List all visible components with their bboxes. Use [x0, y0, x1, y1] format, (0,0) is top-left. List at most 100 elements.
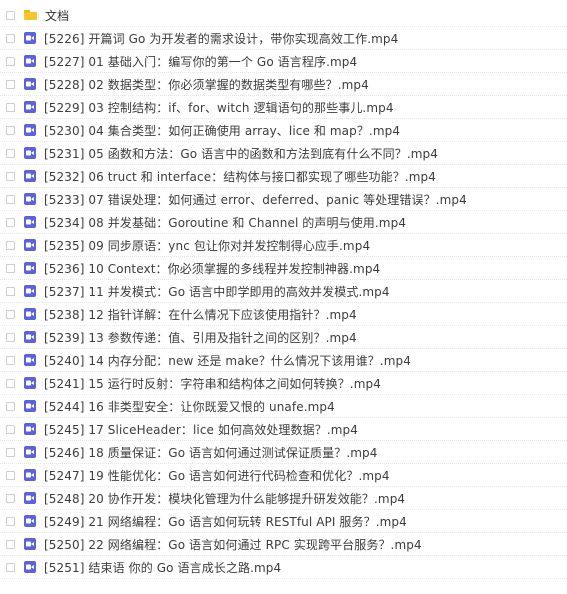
- video-file-icon: [24, 262, 36, 274]
- file-row[interactable]: [5234] 08 并发基础：Goroutine 和 Channel 的声明与使…: [0, 211, 567, 234]
- file-name[interactable]: [5231] 05 函数和方法：Go 语言中的函数和方法到底有什么不同？.mp4: [44, 145, 438, 162]
- video-file-icon: [24, 561, 36, 573]
- folder-checkbox[interactable]: [6, 10, 15, 20]
- file-checkbox[interactable]: [6, 424, 15, 434]
- file-checkbox[interactable]: [6, 240, 15, 250]
- file-checkbox[interactable]: [6, 102, 15, 112]
- file-checkbox[interactable]: [6, 194, 15, 204]
- file-name[interactable]: [5250] 22 网络编程：Go 语言如何通过 RPC 实现跨平台服务？.mp…: [44, 536, 422, 553]
- file-row[interactable]: [5229] 03 控制结构：if、for、witch 逻辑语句的那些事儿.mp…: [0, 96, 567, 119]
- video-file-icon: [24, 377, 36, 389]
- video-file-icon: [24, 469, 36, 481]
- file-name[interactable]: [5239] 13 参数传递：值、引用及指针之间的区别？.mp4: [44, 329, 357, 346]
- file-name[interactable]: [5228] 02 数据类型：你必须掌握的数据类型有哪些？.mp4: [44, 76, 369, 93]
- file-name[interactable]: [5251] 结束语 你的 Go 语言成长之路.mp4: [44, 559, 281, 576]
- file-name[interactable]: [5227] 01 基础入门：编写你的第一个 Go 语言程序.mp4: [44, 53, 357, 70]
- video-file-icon: [24, 331, 36, 343]
- file-row[interactable]: [5232] 06 truct 和 interface：结构体与接口都实现了哪些…: [0, 165, 567, 188]
- file-name[interactable]: [5232] 06 truct 和 interface：结构体与接口都实现了哪些…: [44, 168, 436, 185]
- file-checkbox[interactable]: [6, 148, 15, 158]
- file-row[interactable]: [5228] 02 数据类型：你必须掌握的数据类型有哪些？.mp4: [0, 73, 567, 96]
- file-checkbox[interactable]: [6, 263, 15, 273]
- file-name[interactable]: [5237] 11 并发模式：Go 语言中即学即用的高效并发模式.mp4: [44, 283, 390, 300]
- file-row[interactable]: [5250] 22 网络编程：Go 语言如何通过 RPC 实现跨平台服务？.mp…: [0, 533, 567, 556]
- video-file-icon: [24, 423, 36, 435]
- video-file-icon: [24, 32, 36, 44]
- video-file-icon: [24, 446, 36, 458]
- file-checkbox[interactable]: [6, 401, 15, 411]
- file-row[interactable]: [5226] 开篇词 Go 为开发者的需求设计，带你实现高效工作.mp4: [0, 27, 567, 50]
- file-checkbox[interactable]: [6, 125, 15, 135]
- video-file-icon: [24, 170, 36, 182]
- file-name[interactable]: [5240] 14 内存分配：new 还是 make？什么情况下该用谁？.mp4: [44, 352, 411, 369]
- file-checkbox[interactable]: [6, 378, 15, 388]
- file-name[interactable]: [5234] 08 并发基础：Goroutine 和 Channel 的声明与使…: [44, 214, 406, 231]
- video-file-icon: [24, 308, 36, 320]
- file-row[interactable]: [5251] 结束语 你的 Go 语言成长之路.mp4: [0, 556, 567, 579]
- file-name[interactable]: [5248] 20 协作开发：模块化管理为什么能够提升研发效能？.mp4: [44, 490, 405, 507]
- file-checkbox[interactable]: [6, 79, 15, 89]
- file-row[interactable]: [5247] 19 性能优化：Go 语言如何进行代码检查和优化？.mp4: [0, 464, 567, 487]
- video-file-icon: [24, 55, 36, 67]
- folder-name[interactable]: 文档: [45, 7, 69, 24]
- file-checkbox[interactable]: [6, 470, 15, 480]
- file-name[interactable]: [5241] 15 运行时反射：字符串和结构体之间如何转换？.mp4: [44, 375, 381, 392]
- file-name[interactable]: [5249] 21 网络编程：Go 语言如何玩转 RESTful API 服务？…: [44, 513, 407, 530]
- file-row[interactable]: [5235] 09 同步原语：ync 包让你对并发控制得心应手.mp4: [0, 234, 567, 257]
- file-name[interactable]: [5244] 16 非类型安全：让你既爱又恨的 unafe.mp4: [44, 398, 335, 415]
- file-row[interactable]: [5249] 21 网络编程：Go 语言如何玩转 RESTful API 服务？…: [0, 510, 567, 533]
- file-checkbox[interactable]: [6, 217, 15, 227]
- file-checkbox[interactable]: [6, 33, 15, 43]
- file-row[interactable]: [5246] 18 质量保证：Go 语言如何通过测试保证质量？.mp4: [0, 441, 567, 464]
- file-row[interactable]: [5227] 01 基础入门：编写你的第一个 Go 语言程序.mp4: [0, 50, 567, 73]
- file-row[interactable]: [5244] 16 非类型安全：让你既爱又恨的 unafe.mp4: [0, 395, 567, 418]
- video-file-icon: [24, 538, 36, 550]
- file-checkbox[interactable]: [6, 171, 15, 181]
- file-row[interactable]: [5236] 10 Context：你必须掌握的多线程并发控制神器.mp4: [0, 257, 567, 280]
- file-row[interactable]: [5230] 04 集合类型：如何正确使用 array、lice 和 map？.…: [0, 119, 567, 142]
- file-name[interactable]: [5235] 09 同步原语：ync 包让你对并发控制得心应手.mp4: [44, 237, 370, 254]
- video-file-icon: [24, 216, 36, 228]
- file-checkbox[interactable]: [6, 332, 15, 342]
- file-row[interactable]: [5240] 14 内存分配：new 还是 make？什么情况下该用谁？.mp4: [0, 349, 567, 372]
- file-checkbox[interactable]: [6, 355, 15, 365]
- video-file-icon: [24, 78, 36, 90]
- file-name[interactable]: [5238] 12 指针详解：在什么情况下应该使用指针？.mp4: [44, 306, 357, 323]
- video-file-icon: [24, 515, 36, 527]
- file-name[interactable]: [5229] 03 控制结构：if、for、witch 逻辑语句的那些事儿.mp…: [44, 99, 394, 116]
- file-checkbox[interactable]: [6, 493, 15, 503]
- file-row[interactable]: [5239] 13 参数传递：值、引用及指针之间的区别？.mp4: [0, 326, 567, 349]
- video-file-icon: [24, 285, 36, 297]
- file-checkbox[interactable]: [6, 309, 15, 319]
- file-row[interactable]: [5241] 15 运行时反射：字符串和结构体之间如何转换？.mp4: [0, 372, 567, 395]
- video-file-icon: [24, 400, 36, 412]
- file-name[interactable]: [5247] 19 性能优化：Go 语言如何进行代码检查和优化？.mp4: [44, 467, 390, 484]
- file-name[interactable]: [5226] 开篇词 Go 为开发者的需求设计，带你实现高效工作.mp4: [44, 30, 398, 47]
- file-list: 文档 [5226] 开篇词 Go 为开发者的需求设计，带你实现高效工作.mp4[…: [0, 4, 567, 579]
- file-checkbox[interactable]: [6, 562, 15, 572]
- file-checkbox[interactable]: [6, 286, 15, 296]
- file-name[interactable]: [5236] 10 Context：你必须掌握的多线程并发控制神器.mp4: [44, 260, 380, 277]
- file-name[interactable]: [5246] 18 质量保证：Go 语言如何通过测试保证质量？.mp4: [44, 444, 378, 461]
- file-row[interactable]: [5237] 11 并发模式：Go 语言中即学即用的高效并发模式.mp4: [0, 280, 567, 303]
- file-checkbox[interactable]: [6, 56, 15, 66]
- file-name[interactable]: [5245] 17 SliceHeader：lice 如何高效处理数据？.mp4: [44, 421, 358, 438]
- folder-row[interactable]: 文档: [0, 4, 567, 27]
- file-row[interactable]: [5233] 07 错误处理：如何通过 error、deferred、panic…: [0, 188, 567, 211]
- file-checkbox[interactable]: [6, 516, 15, 526]
- video-file-icon: [24, 239, 36, 251]
- file-name[interactable]: [5230] 04 集合类型：如何正确使用 array、lice 和 map？.…: [44, 122, 400, 139]
- file-row[interactable]: [5231] 05 函数和方法：Go 语言中的函数和方法到底有什么不同？.mp4: [0, 142, 567, 165]
- file-row[interactable]: [5245] 17 SliceHeader：lice 如何高效处理数据？.mp4: [0, 418, 567, 441]
- video-file-icon: [24, 124, 36, 136]
- file-checkbox[interactable]: [6, 539, 15, 549]
- video-file-icon: [24, 492, 36, 504]
- file-checkbox[interactable]: [6, 447, 15, 457]
- file-row[interactable]: [5238] 12 指针详解：在什么情况下应该使用指针？.mp4: [0, 303, 567, 326]
- file-name[interactable]: [5233] 07 错误处理：如何通过 error、deferred、panic…: [44, 191, 467, 208]
- file-row[interactable]: [5248] 20 协作开发：模块化管理为什么能够提升研发效能？.mp4: [0, 487, 567, 510]
- file-rows: [5226] 开篇词 Go 为开发者的需求设计，带你实现高效工作.mp4 [522…: [0, 27, 567, 579]
- video-file-icon: [24, 193, 36, 205]
- video-file-icon: [24, 101, 36, 113]
- folder-icon: [24, 10, 37, 20]
